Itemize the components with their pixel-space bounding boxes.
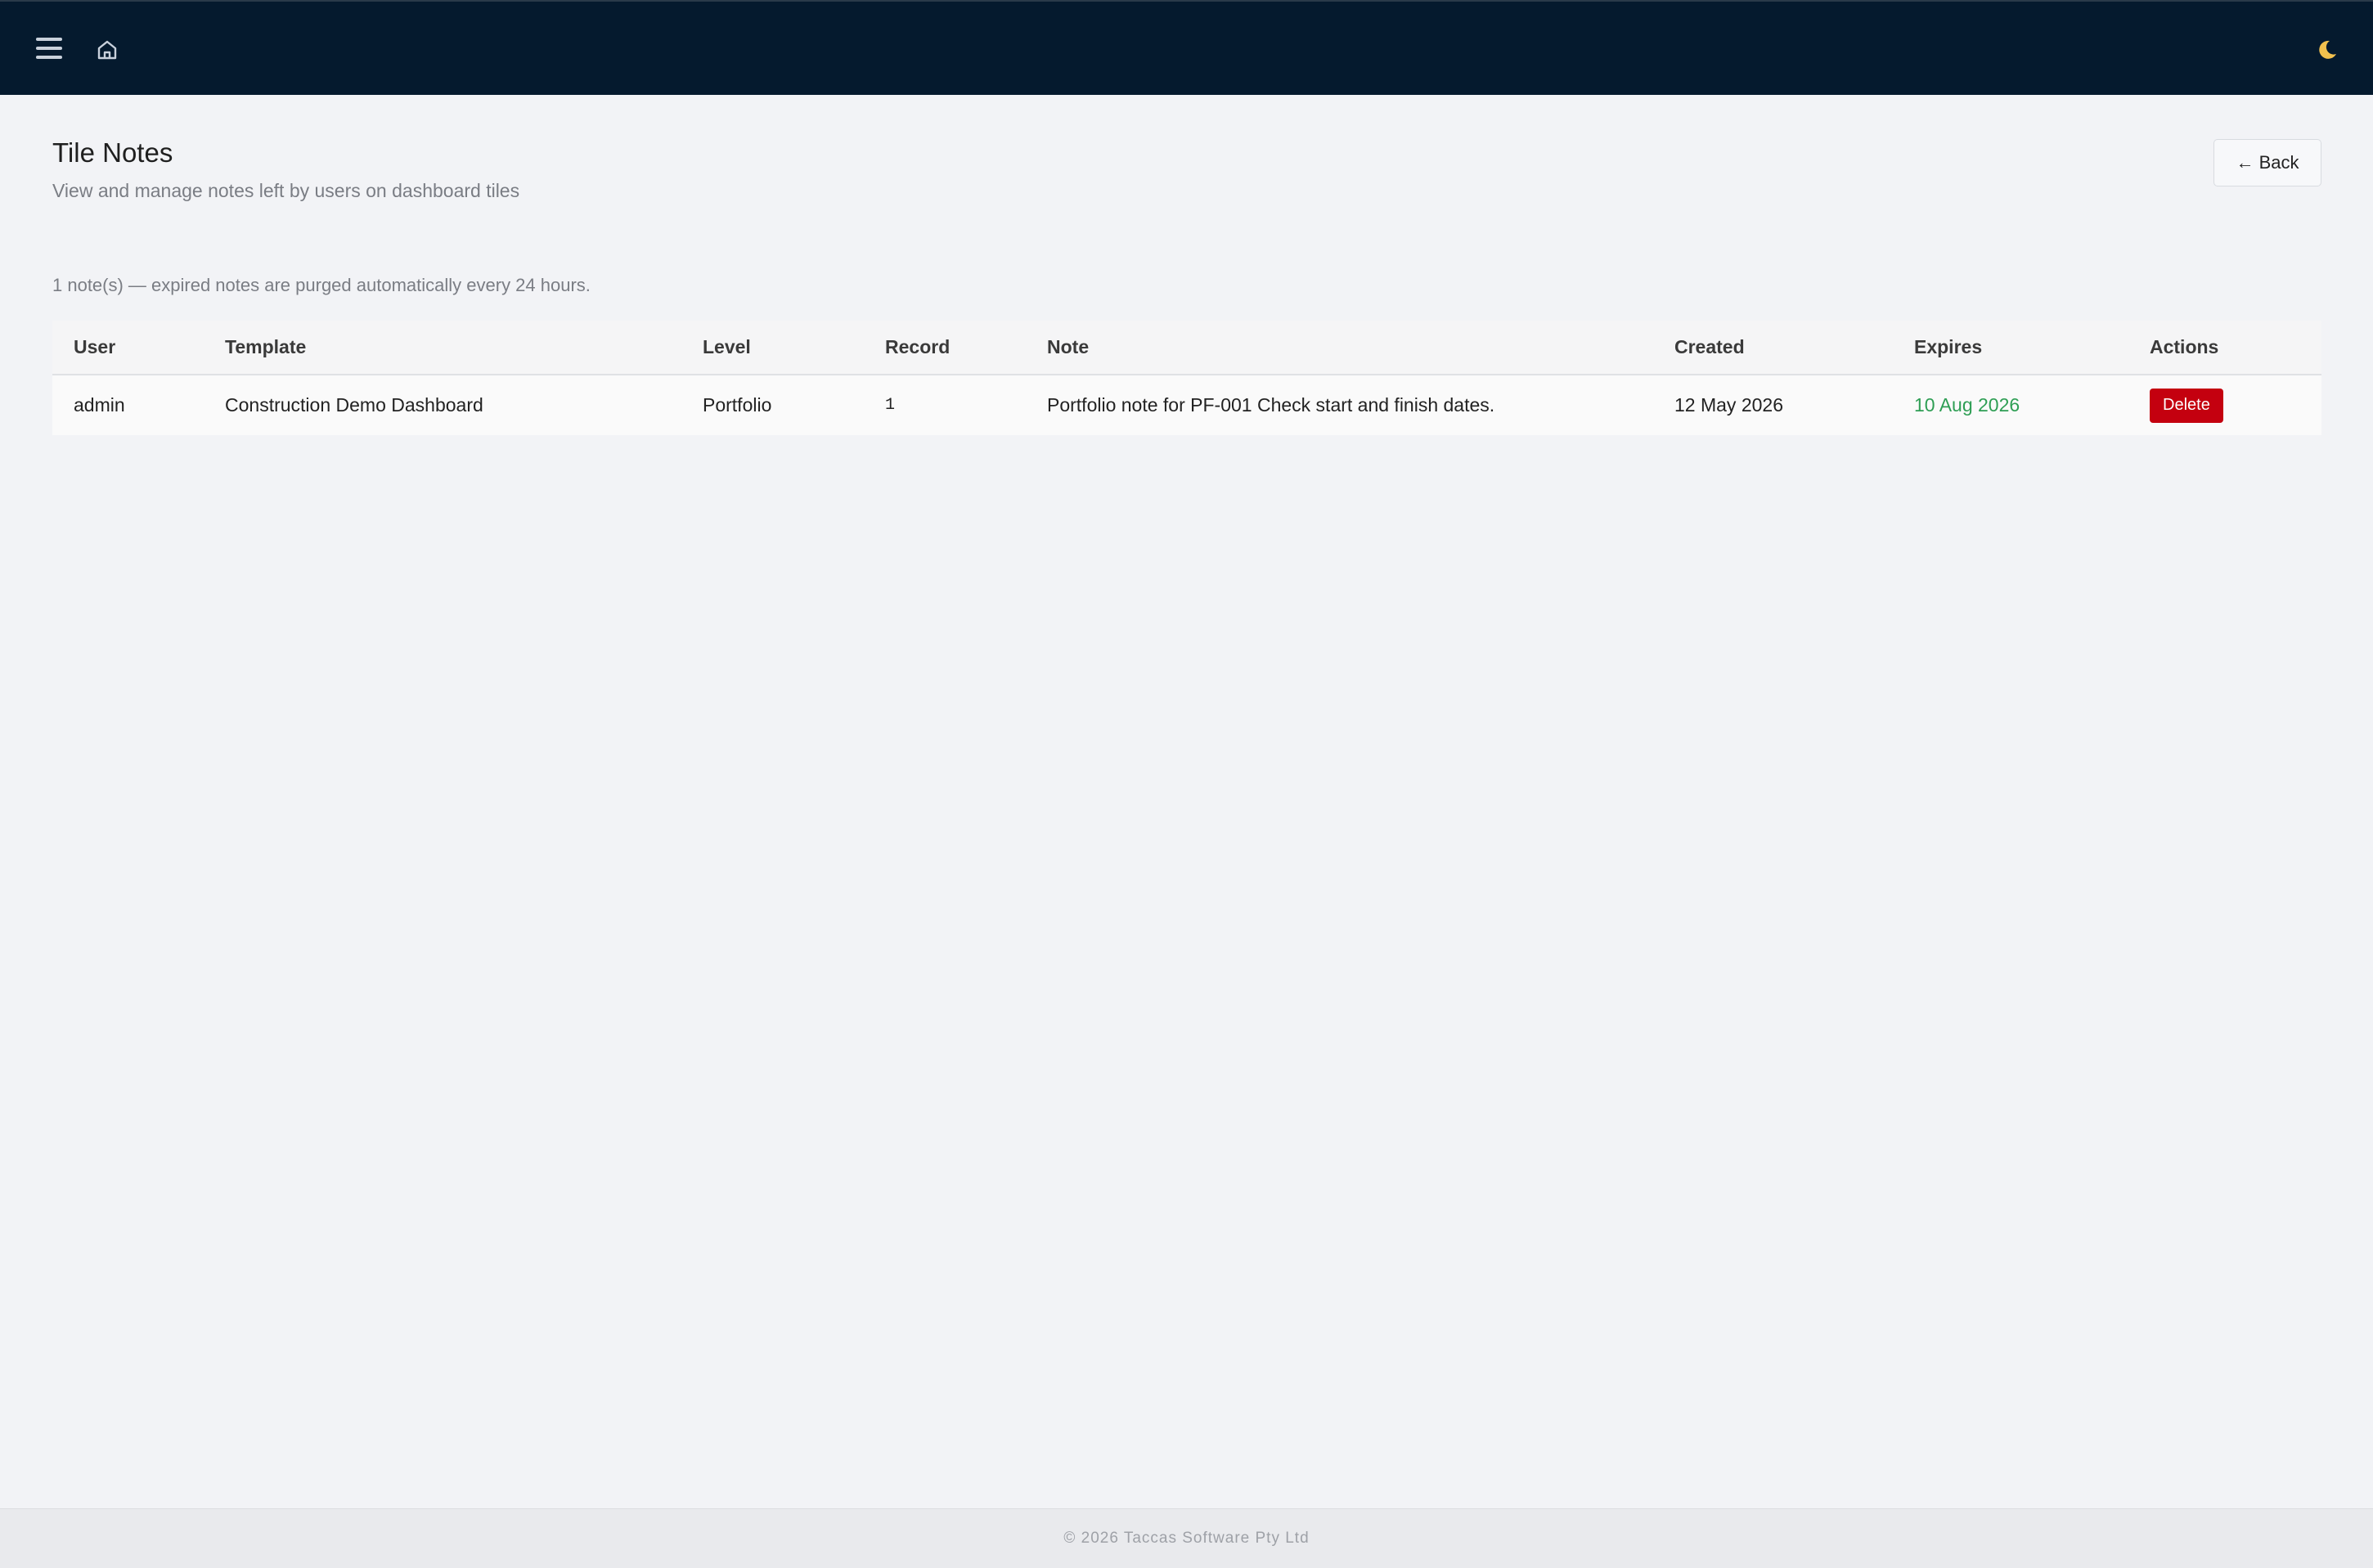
- column-header-note[interactable]: Note: [1026, 321, 1653, 375]
- column-header-record[interactable]: Record: [864, 321, 1026, 375]
- cell-record: 1: [864, 375, 1026, 435]
- cell-created: 12 May 2026: [1653, 375, 1893, 435]
- column-header-user[interactable]: User: [52, 321, 204, 375]
- column-header-template[interactable]: Template: [204, 321, 681, 375]
- hamburger-menu-icon[interactable]: [36, 36, 64, 61]
- cell-expires: 10 Aug 2026: [1893, 375, 2128, 435]
- delete-button[interactable]: Delete: [2150, 388, 2223, 423]
- column-header-created[interactable]: Created: [1653, 321, 1893, 375]
- cell-user: admin: [52, 375, 204, 435]
- cell-actions: Delete: [2128, 375, 2321, 435]
- notes-table: User Template Level Record Note Created …: [52, 321, 2321, 435]
- top-navbar: [0, 0, 2373, 95]
- moon-icon[interactable]: [2314, 38, 2339, 62]
- cell-level: Portfolio: [681, 375, 864, 435]
- table-row: admin Construction Demo Dashboard Portfo…: [52, 375, 2321, 435]
- footer-copyright: © 2026 Taccas Software Pty Ltd: [0, 1508, 2373, 1568]
- column-header-expires[interactable]: Expires: [1893, 321, 2128, 375]
- table-header-row: User Template Level Record Note Created …: [52, 321, 2321, 375]
- column-header-level[interactable]: Level: [681, 321, 864, 375]
- notes-count-text: 1 note(s) — expired notes are purged aut…: [52, 275, 591, 295]
- back-button[interactable]: ← Back: [2213, 139, 2321, 186]
- page-title: Tile Notes: [52, 137, 173, 168]
- cell-template: Construction Demo Dashboard: [204, 375, 681, 435]
- column-header-actions: Actions: [2128, 321, 2321, 375]
- page-subtitle: View and manage notes left by users on d…: [52, 180, 520, 201]
- cell-note: Portfolio note for PF-001 Check start an…: [1026, 375, 1653, 435]
- home-icon[interactable]: [95, 38, 119, 62]
